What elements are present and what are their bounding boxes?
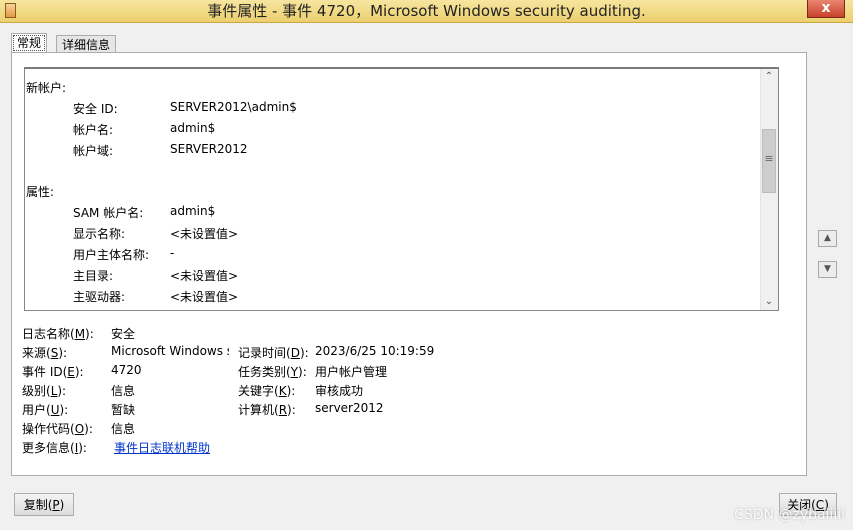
watermark: CSDN @zybaiiiii <box>734 507 845 523</box>
copy-button[interactable]: 复制(P) <box>14 493 74 516</box>
scroll-up-icon[interactable]: ⌃ <box>761 69 777 85</box>
field-label: 显示名称: <box>73 227 126 241</box>
level-label: 级别(L): <box>22 384 67 398</box>
level-value: 信息 <box>111 384 136 398</box>
keywords-value: 审核成功 <box>315 384 364 398</box>
log-name-label: 日志名称(M): <box>22 327 94 341</box>
tab-details[interactable]: 详细信息 <box>56 35 117 53</box>
field-value: admin$ <box>170 204 216 218</box>
more-info-label: 更多信息(I): <box>22 441 87 455</box>
field-label: 帐户域: <box>73 144 114 158</box>
field-value: <未设置值> <box>170 227 239 241</box>
tab-general[interactable]: 常规 <box>11 33 48 53</box>
event-id-value: 4720 <box>111 363 142 377</box>
field-label: 用户主体名称: <box>73 248 150 262</box>
section-heading: 属性: <box>26 185 55 199</box>
field-value: - <box>170 246 175 260</box>
computer-value: server2012 <box>315 401 384 415</box>
field-label: 帐户名: <box>73 123 114 137</box>
field-label: 安全 ID: <box>73 102 118 116</box>
scroll-down-icon[interactable]: ⌄ <box>761 294 777 310</box>
opcode-value: 信息 <box>111 422 136 436</box>
user-value: 暂缺 <box>111 403 136 417</box>
keywords-label: 关键字(K): <box>238 384 296 398</box>
window-title: 事件属性 - 事件 4720，Microsoft Windows securit… <box>207 2 646 20</box>
vertical-scrollbar[interactable]: ⌃ ≡ ⌄ <box>760 69 778 310</box>
logged-label: 记录时间(D): <box>238 346 309 360</box>
source-label: 来源(S): <box>22 346 68 360</box>
field-value: SERVER2012\admin$ <box>170 100 297 114</box>
field-label: SAM 帐户名: <box>73 206 144 220</box>
previous-event-button[interactable]: ▲ <box>818 230 837 247</box>
scroll-thumb[interactable]: ≡ <box>762 129 776 193</box>
task-category-label: 任务类别(Y): <box>238 365 307 379</box>
user-label: 用户(U): <box>22 403 69 417</box>
computer-label: 计算机(R): <box>238 403 296 417</box>
general-tab-panel: 新帐户: 安全 ID: SERVER2012\admin$ 帐户名: admin… <box>11 52 807 476</box>
logged-value: 2023/6/25 10:19:59 <box>315 344 435 358</box>
task-category-value: 用户帐户管理 <box>315 365 388 379</box>
field-value: admin$ <box>170 121 216 135</box>
field-value: SERVER2012 <box>170 142 248 156</box>
title-bar: 事件属性 - 事件 4720，Microsoft Windows securit… <box>0 0 853 23</box>
field-value: <未设置值> <box>170 290 239 304</box>
online-help-link[interactable]: 事件日志联机帮助 <box>114 439 210 456</box>
source-value: Microsoft Windows s <box>111 344 229 358</box>
next-event-button[interactable]: ▼ <box>818 261 837 278</box>
field-label: 主目录: <box>73 269 114 283</box>
close-window-button[interactable]: x <box>807 0 845 18</box>
event-description-box[interactable]: 新帐户: 安全 ID: SERVER2012\admin$ 帐户名: admin… <box>24 67 779 311</box>
section-heading: 新帐户: <box>26 81 67 95</box>
opcode-label: 操作代码(O): <box>22 422 93 436</box>
event-id-label: 事件 ID(E): <box>22 365 84 379</box>
field-value: <未设置值> <box>170 269 239 283</box>
log-name-value: 安全 <box>111 327 136 341</box>
field-label: 主驱动器: <box>73 290 126 304</box>
